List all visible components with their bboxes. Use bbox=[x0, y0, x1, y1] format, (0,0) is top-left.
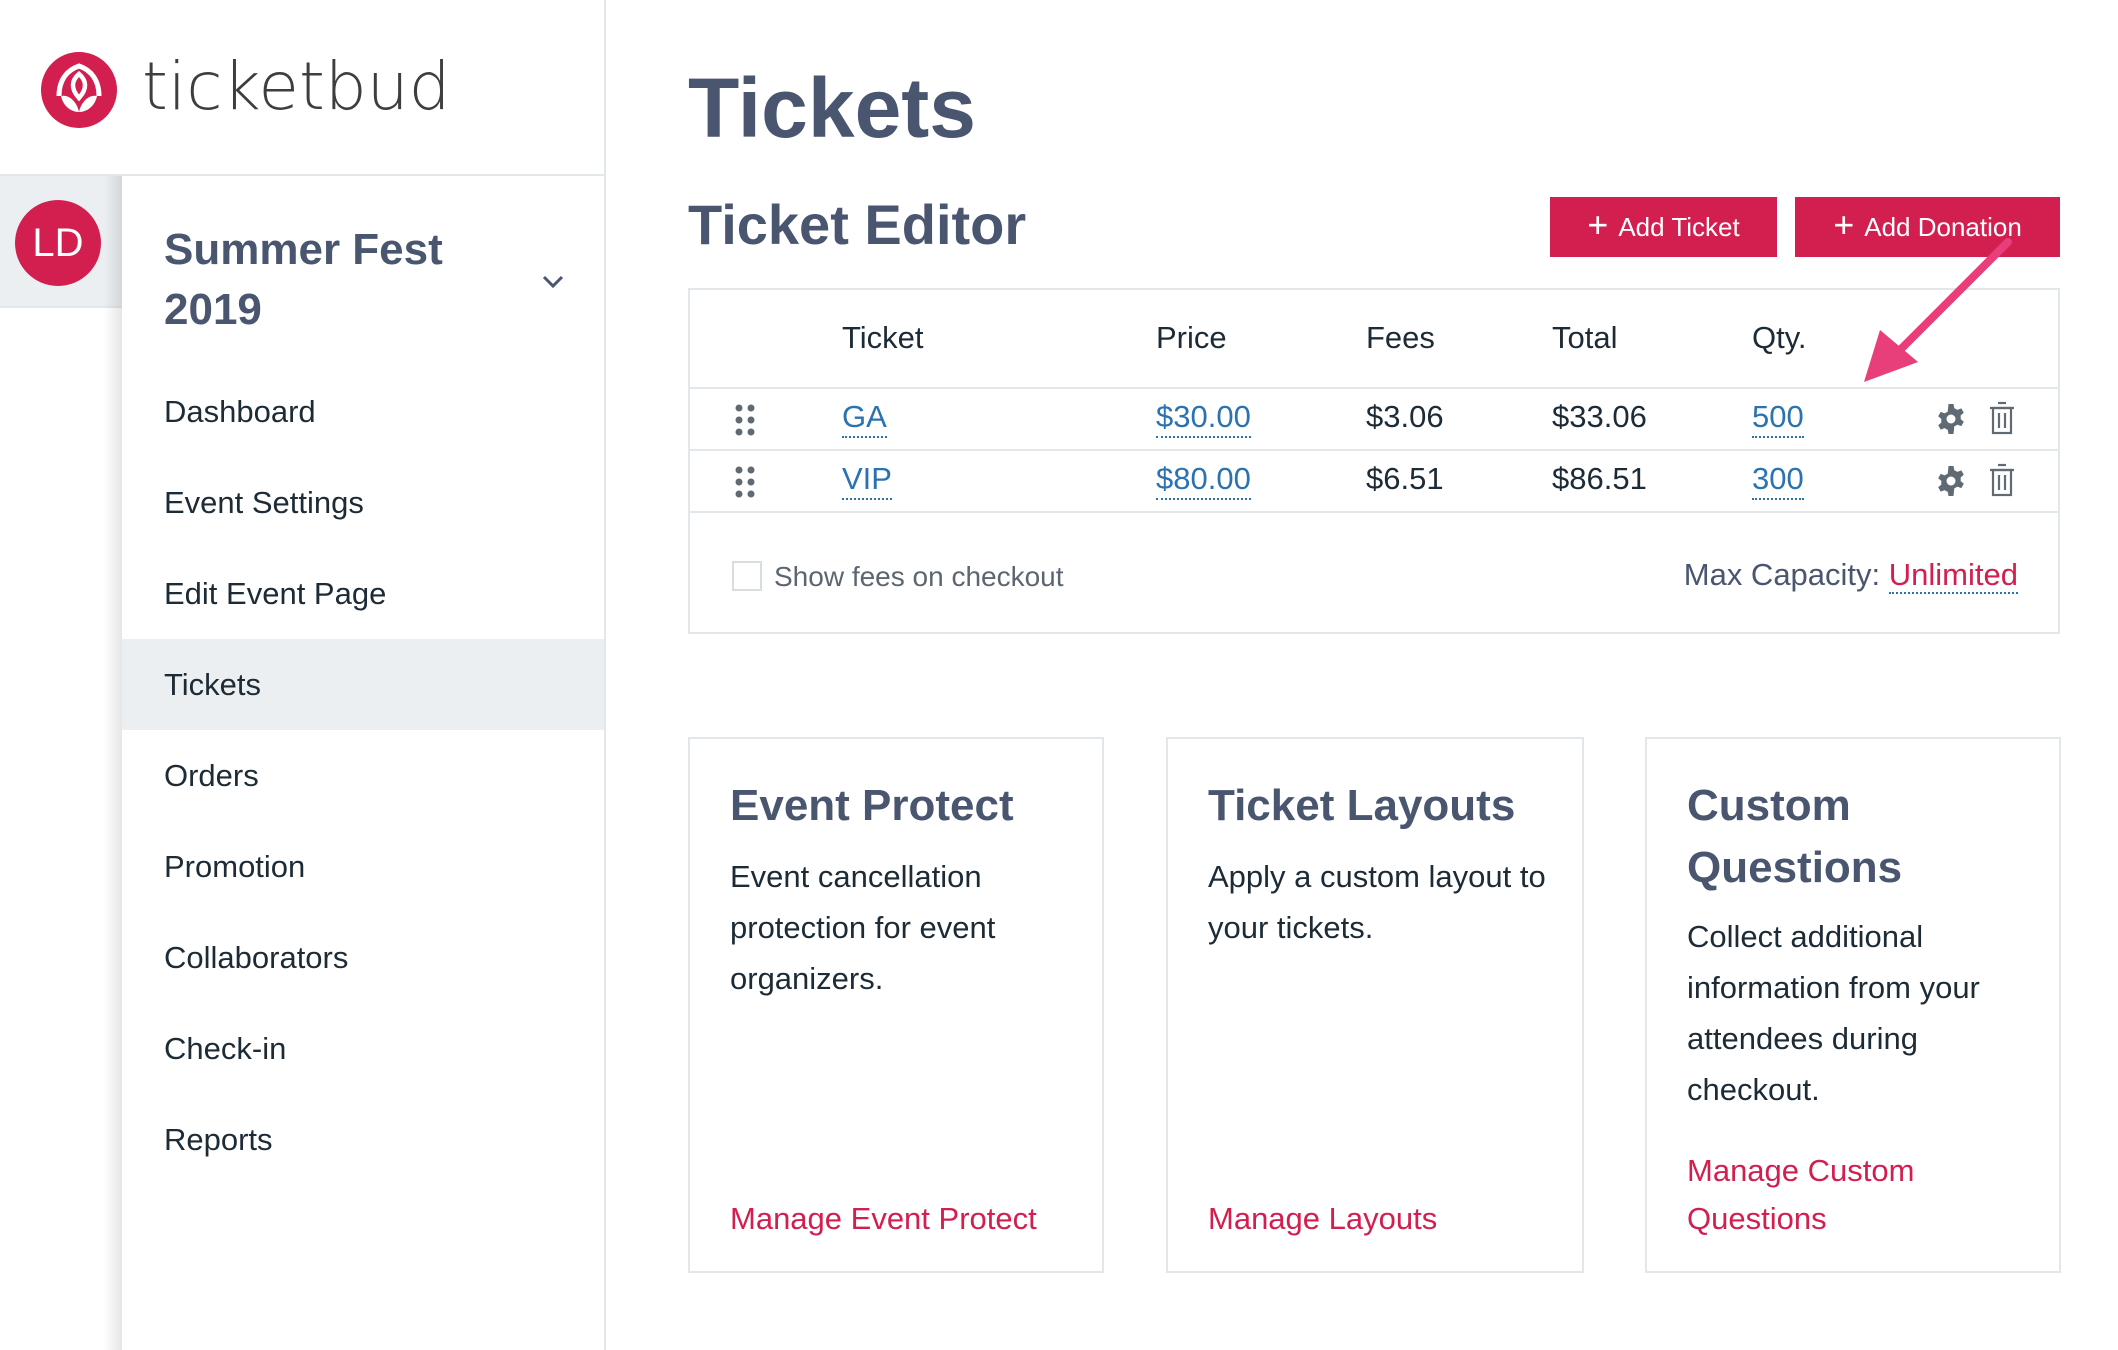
card-title: Event Protect bbox=[730, 781, 1014, 830]
sidebar-nav: Dashboard Event Settings Edit Event Page… bbox=[122, 366, 604, 1185]
card-title: Ticket Layouts bbox=[1208, 781, 1516, 830]
drag-handle-icon[interactable] bbox=[734, 465, 756, 499]
ticket-name-link[interactable]: VIP bbox=[842, 461, 892, 500]
card-description: Apply a custom layout to your tickets. bbox=[1208, 859, 1546, 945]
card-title: Custom Questions bbox=[1687, 781, 1903, 892]
custom-questions-card: Custom Questions Collect additional info… bbox=[1645, 737, 2061, 1273]
column-header-qty: Qty. bbox=[1752, 320, 1807, 355]
sidebar-item-dashboard[interactable]: Dashboard bbox=[122, 366, 604, 457]
ticket-qty-link[interactable]: 500 bbox=[1752, 399, 1804, 438]
event-nav-panel: Summer Fest 2019 Dashboard Event Setting… bbox=[122, 176, 604, 1350]
max-capacity-link[interactable]: Unlimited bbox=[1888, 557, 2018, 594]
manage-custom-questions-link[interactable]: Manage Custom Questions bbox=[1687, 1147, 2029, 1243]
show-fees-checkbox[interactable] bbox=[732, 561, 762, 591]
gear-icon[interactable] bbox=[1935, 465, 1967, 497]
table-header: Ticket Price Fees Total Qty. bbox=[690, 290, 2058, 389]
column-header-ticket: Ticket bbox=[842, 320, 924, 355]
manage-event-protect-link[interactable]: Manage Event Protect bbox=[730, 1195, 1072, 1243]
brand-name: ticketbud bbox=[142, 48, 451, 125]
add-donation-label: Add Donation bbox=[1864, 211, 2022, 242]
trash-icon[interactable] bbox=[1989, 401, 2015, 435]
card-description: Collect additional information from your… bbox=[1687, 919, 1980, 1107]
event-name: Summer Fest 2019 bbox=[164, 225, 443, 334]
logo-area[interactable]: ticketbud bbox=[0, 0, 604, 176]
sidebar-item-reports[interactable]: Reports bbox=[122, 1094, 604, 1185]
sidebar-item-edit-event-page[interactable]: Edit Event Page bbox=[122, 548, 604, 639]
ticket-table: Ticket Price Fees Total Qty. GA $30.00 $… bbox=[688, 288, 2060, 634]
column-header-fees: Fees bbox=[1366, 320, 1435, 355]
event-selector[interactable]: Summer Fest 2019 bbox=[122, 176, 604, 360]
column-header-total: Total bbox=[1552, 320, 1618, 355]
event-protect-card: Event Protect Event cancellation protect… bbox=[688, 737, 1104, 1273]
sidebar-item-check-in[interactable]: Check-in bbox=[122, 1003, 604, 1094]
user-avatar[interactable]: LD bbox=[15, 200, 101, 286]
add-ticket-label: Add Ticket bbox=[1618, 211, 1740, 242]
ticket-name-link[interactable]: GA bbox=[842, 399, 887, 438]
add-donation-button[interactable]: + Add Donation bbox=[1795, 197, 2060, 257]
section-title: Ticket Editor bbox=[688, 193, 1027, 256]
table-row: VIP $80.00 $6.51 $86.51 300 bbox=[690, 451, 2058, 513]
panel-shadow bbox=[104, 176, 122, 1350]
page-title: Tickets bbox=[688, 61, 976, 155]
max-capacity: Max Capacity: Unlimited bbox=[1683, 557, 2018, 594]
ticket-total: $86.51 bbox=[1552, 461, 1647, 496]
table-row: GA $30.00 $3.06 $33.06 500 bbox=[690, 389, 2058, 451]
sidebar-item-tickets[interactable]: Tickets bbox=[122, 639, 604, 730]
ticket-qty-link[interactable]: 300 bbox=[1752, 461, 1804, 500]
add-ticket-button[interactable]: + Add Ticket bbox=[1550, 197, 1777, 257]
drag-handle-icon[interactable] bbox=[734, 403, 756, 437]
ticket-price-link[interactable]: $80.00 bbox=[1156, 461, 1251, 500]
sidebar-item-collaborators[interactable]: Collaborators bbox=[122, 912, 604, 1003]
trash-icon[interactable] bbox=[1989, 463, 2015, 497]
plus-icon: + bbox=[1587, 204, 1609, 245]
show-fees-label[interactable]: Show fees on checkout bbox=[774, 561, 1064, 593]
sidebar-item-event-settings[interactable]: Event Settings bbox=[122, 457, 604, 548]
ticket-fees: $6.51 bbox=[1366, 461, 1444, 496]
ticket-layouts-card: Ticket Layouts Apply a custom layout to … bbox=[1166, 737, 1584, 1273]
manage-layouts-link[interactable]: Manage Layouts bbox=[1208, 1195, 1552, 1243]
ticket-fees: $3.06 bbox=[1366, 399, 1444, 434]
main-content: Tickets Ticket Editor + Add Ticket + Add… bbox=[606, 0, 2118, 1350]
ticket-price-link[interactable]: $30.00 bbox=[1156, 399, 1251, 438]
ticket-total: $33.06 bbox=[1552, 399, 1647, 434]
plus-icon: + bbox=[1833, 204, 1855, 245]
chevron-down-icon[interactable] bbox=[540, 268, 566, 294]
gear-icon[interactable] bbox=[1935, 403, 1967, 435]
sidebar: ticketbud LD Summer Fest 2019 Dashboard … bbox=[0, 0, 606, 1350]
card-description: Event cancellation protection for event … bbox=[730, 859, 996, 996]
sidebar-item-promotion[interactable]: Promotion bbox=[122, 821, 604, 912]
sidebar-item-orders[interactable]: Orders bbox=[122, 730, 604, 821]
table-footer: Show fees on checkout Max Capacity: Unli… bbox=[690, 513, 2058, 634]
column-header-price: Price bbox=[1156, 320, 1227, 355]
max-capacity-label: Max Capacity: bbox=[1683, 557, 1881, 592]
ticketbud-logo-icon bbox=[41, 52, 117, 128]
